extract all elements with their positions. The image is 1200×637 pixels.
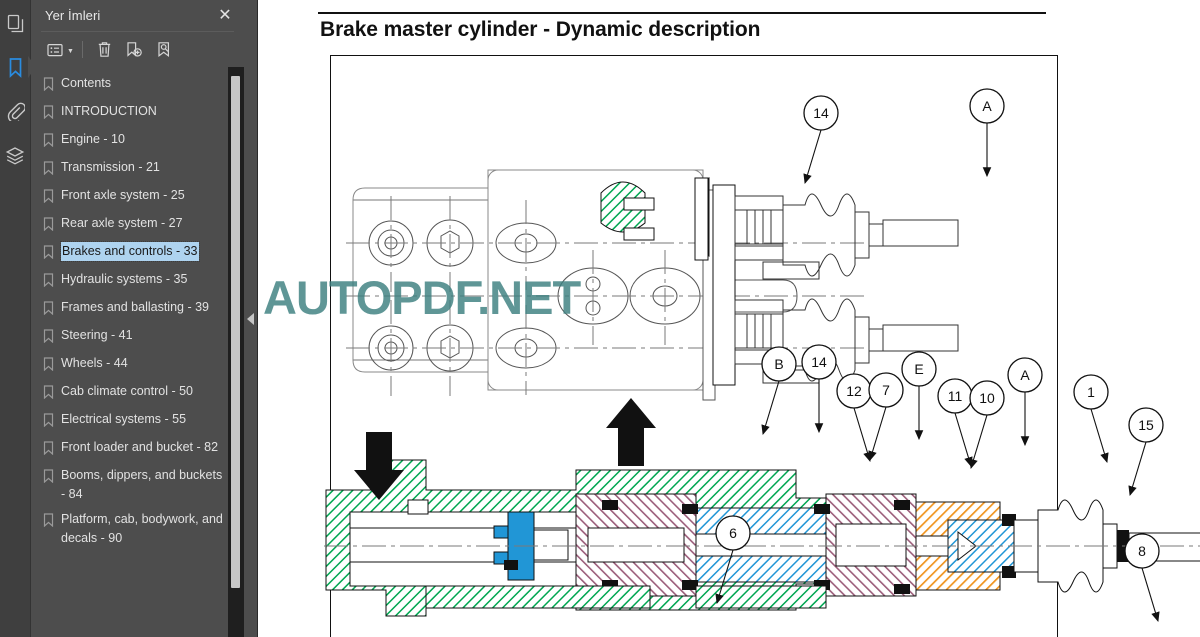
callout-leader xyxy=(1090,408,1109,464)
technical-drawing: 14A2B14127E1110A115286 xyxy=(324,88,1200,623)
bookmark-item[interactable]: Contents xyxy=(31,71,244,99)
callout-label: 15 xyxy=(1138,417,1154,433)
callout-label: A xyxy=(982,98,992,114)
callout-leader xyxy=(868,406,887,462)
callout-leader xyxy=(969,414,988,470)
bookmark-icon xyxy=(43,469,54,488)
bookmarks-toolbar: ▼ xyxy=(31,32,244,67)
new-bookmark-button[interactable] xyxy=(121,37,148,62)
bookmark-icon xyxy=(43,385,54,404)
layers-icon[interactable] xyxy=(1,140,29,170)
callout-label: 14 xyxy=(813,105,829,121)
bookmark-icon xyxy=(43,105,54,124)
bookmark-item[interactable]: Wheels - 44 xyxy=(31,351,244,379)
bookmark-item[interactable]: Rear axle system - 27 xyxy=(31,211,244,239)
bookmarks-scroll-area[interactable]: Contents INTRODUCTION Engine - 10 Transmiss… xyxy=(31,67,244,637)
bookmark-icon xyxy=(43,329,54,348)
bookmark-label: Wheels - 44 xyxy=(61,356,128,370)
callout-label: 10 xyxy=(979,390,995,406)
callout-label: A xyxy=(1020,367,1030,383)
bookmark-item[interactable]: Brakes and controls - 33 xyxy=(31,239,244,267)
bookmark-label: Transmission - 21 xyxy=(61,160,160,174)
callout-label: 1 xyxy=(1087,384,1095,400)
collapse-panel-handle[interactable] xyxy=(244,0,258,637)
callout-label: 12 xyxy=(846,383,862,399)
bookmark-label: Rear axle system - 27 xyxy=(61,216,183,230)
pages-thumbnails-icon[interactable] xyxy=(1,8,29,38)
callout-leader xyxy=(803,129,822,185)
bookmark-icon xyxy=(43,513,54,532)
bookmark-item[interactable]: Booms, dippers, and buckets - 84 xyxy=(31,463,244,507)
bookmark-label: Cab climate control - 50 xyxy=(61,384,194,398)
bookmark-label: Electrical systems - 55 xyxy=(61,412,187,426)
bookmark-label: INTRODUCTION xyxy=(61,104,157,118)
bookmark-item[interactable]: Frames and ballasting - 39 xyxy=(31,295,244,323)
pdf-viewer-window: Yer İmleri ✕ ▼ Contents INTRODUCTION Eng… xyxy=(0,0,1200,637)
bookmark-item[interactable]: Front loader and bucket - 82 xyxy=(31,435,244,463)
bookmark-label: Brakes and controls - 33 xyxy=(60,241,200,262)
bookmark-label: Front loader and bucket - 82 xyxy=(61,440,219,454)
panel-title: Yer İmleri xyxy=(45,8,101,23)
document-page: Brake master cylinder - Dynamic descript… xyxy=(258,0,1200,637)
bookmark-label: Contents xyxy=(61,76,112,90)
delete-bookmark-button[interactable] xyxy=(91,37,118,62)
bookmark-item[interactable]: Cab climate control - 50 xyxy=(31,379,244,407)
attachments-icon[interactable] xyxy=(1,96,29,126)
bookmark-icon xyxy=(43,301,54,320)
find-bookmark-button[interactable] xyxy=(151,37,178,62)
bookmark-icon xyxy=(43,189,54,208)
list-options-button[interactable] xyxy=(41,37,68,62)
callout-leader xyxy=(853,407,872,463)
bookmark-icon xyxy=(43,161,54,180)
chevron-left-icon xyxy=(247,312,254,325)
callout-leader xyxy=(954,412,973,468)
bookmark-icon xyxy=(43,77,54,96)
bookmarks-list: Contents INTRODUCTION Engine - 10 Transmiss… xyxy=(31,67,244,551)
bookmarks-icon[interactable] xyxy=(1,52,36,82)
bookmark-label: Booms, dippers, and buckets - 84 xyxy=(61,468,223,501)
bookmark-item[interactable]: Platform, cab, bodywork, and decals - 90 xyxy=(31,507,244,551)
callout-leader xyxy=(1141,567,1160,623)
bookmark-item[interactable]: Transmission - 21 xyxy=(31,155,244,183)
bookmark-icon xyxy=(43,273,54,292)
bookmark-label: Frames and ballasting - 39 xyxy=(61,300,209,314)
bookmark-icon xyxy=(43,357,54,376)
bookmark-item[interactable]: Steering - 41 xyxy=(31,323,244,351)
bookmarks-panel-header: Yer İmleri ✕ xyxy=(31,0,244,31)
bookmark-icon xyxy=(43,133,54,152)
bookmark-item[interactable]: Engine - 10 xyxy=(31,127,244,155)
callout-label: 7 xyxy=(882,382,890,398)
bookmark-item[interactable]: Hydraulic systems - 35 xyxy=(31,267,244,295)
bookmark-item[interactable]: Electrical systems - 55 xyxy=(31,407,244,435)
toolbar-divider xyxy=(81,41,83,58)
bookmark-label: Engine - 10 xyxy=(61,132,125,146)
scrollbar-thumb[interactable] xyxy=(231,76,240,588)
bookmark-label: Platform, cab, bodywork, and decals - 90 xyxy=(61,512,223,545)
bookmark-icon xyxy=(43,217,54,236)
bookmark-item[interactable]: INTRODUCTION xyxy=(31,99,244,127)
bookmark-label: Hydraulic systems - 35 xyxy=(61,272,188,286)
bookmark-label: Front axle system - 25 xyxy=(61,188,185,202)
callout-label: 8 xyxy=(1138,543,1146,559)
bookmark-item[interactable]: Front axle system - 25 xyxy=(31,183,244,211)
bookmark-label: Steering - 41 xyxy=(61,328,133,342)
close-icon[interactable]: ✕ xyxy=(216,7,234,25)
callout-label: 11 xyxy=(948,388,963,404)
callout-leader xyxy=(761,380,780,436)
callout-label: B xyxy=(774,356,783,372)
bookmarks-panel: Yer İmleri ✕ ▼ Contents INTRODUCTION Eng… xyxy=(31,0,244,637)
bookmark-icon xyxy=(43,413,54,432)
callout-label: E xyxy=(914,361,923,377)
callout-leader xyxy=(1128,441,1147,497)
sidebar-icon-rail xyxy=(0,0,36,637)
callout-label: 14 xyxy=(811,354,827,370)
vertical-scrollbar[interactable] xyxy=(228,67,244,637)
bookmark-icon xyxy=(43,245,54,264)
bookmark-icon xyxy=(43,441,54,460)
chevron-down-icon[interactable]: ▼ xyxy=(67,48,74,55)
callout-label: 6 xyxy=(729,525,737,541)
